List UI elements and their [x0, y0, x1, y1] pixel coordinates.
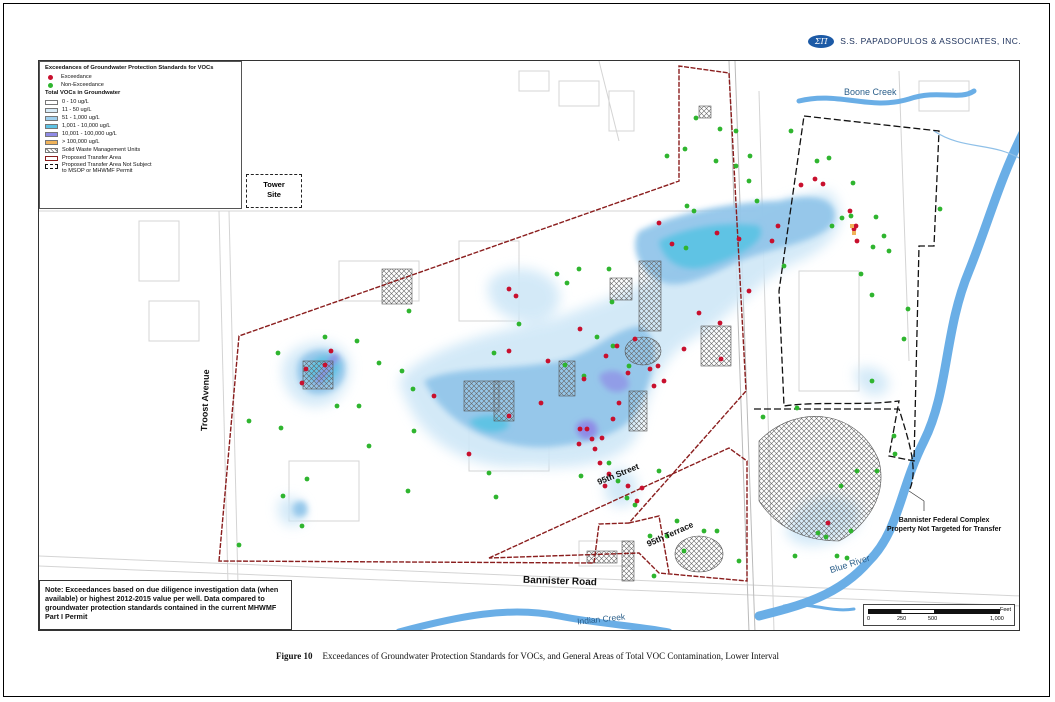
legend-exceedance: Exceedance [61, 74, 92, 80]
bannister-line1: Bannister Federal Complex [898, 517, 990, 524]
company-name: S.S. PAPADOPULOS & ASSOCIATES, INC. [840, 36, 1021, 46]
company-logo: ΣΠ S.S. PAPADOPULOS & ASSOCIATES, INC. [808, 33, 1021, 49]
exceedance-dot-icon [48, 74, 53, 80]
scale-bar-graphic [868, 609, 1000, 614]
legend-class-2: 11 - 50 ug/L [62, 107, 92, 113]
scale-bar: Feet 0 250 500 1,000 [863, 604, 1015, 626]
tower-line2: Site [267, 190, 281, 199]
class-swatch-1 [45, 99, 58, 105]
class-swatch-3 [45, 115, 58, 121]
legend-class-6: > 100,000 ug/L [62, 139, 100, 145]
logo-symbol: ΣΠ [808, 34, 835, 48]
scale-unit: Feet [999, 607, 1011, 613]
map-legend: Exceedances of Groundwater Protection St… [39, 61, 242, 209]
legend-not-subject-line2: to MSOP or MHWMF Permit [62, 168, 133, 174]
swmu-swatch-icon [45, 147, 58, 153]
class-swatch-6 [45, 139, 58, 145]
site-map: Exceedances of Groundwater Protection St… [38, 60, 1020, 631]
tower-site-label: Tower Site [246, 174, 302, 208]
data-note: Note: Exceedances based on due diligence… [39, 580, 292, 630]
transfer-swatch-icon [45, 155, 58, 161]
legend-title: Exceedances of Groundwater Protection St… [45, 65, 214, 71]
legend-vocs-title: Total VOCs in Groundwater [45, 90, 121, 96]
non-exceedance-dot-icon [48, 82, 53, 88]
legend-swmu: Solid Waste Management Units [62, 147, 141, 153]
legend-class-4: 1,001 - 10,000 ug/L [62, 123, 111, 129]
bannister-complex-label: Bannister Federal Complex Property Not T… [887, 516, 1001, 534]
class-swatch-4 [45, 123, 58, 129]
legend-transfer: Proposed Transfer Area [62, 155, 122, 161]
scale-tick-1000: 1,000 [990, 616, 1004, 622]
figure-caption-text: Exceedances of Groundwater Protection St… [322, 651, 780, 661]
tower-line1: Tower [263, 180, 285, 189]
bannister-line2: Property Not Targeted for Transfer [887, 526, 1002, 533]
legend-non-exceedance: Non-Exceedance [61, 82, 104, 88]
boone-creek-label: Boone Creek [844, 87, 897, 97]
scale-tick-0: 0 [867, 616, 871, 622]
scale-tick-250: 250 [897, 616, 907, 622]
legend-class-5: 10,001 - 100,000 ug/L [62, 131, 117, 137]
figure-label: Figure 10 [275, 651, 313, 661]
figure-caption: Figure 10 Exceedances of Groundwater Prot… [0, 651, 1055, 661]
legend-class-3: 51 - 1,000 ug/L [62, 115, 100, 121]
class-swatch-5 [45, 131, 58, 137]
class-swatch-2 [45, 107, 58, 113]
legend-class-1: 0 - 10 ug/L [62, 99, 89, 105]
scale-tick-500: 500 [928, 616, 938, 622]
callout-lines [908, 490, 925, 511]
not-subject-swatch-icon [45, 164, 58, 169]
